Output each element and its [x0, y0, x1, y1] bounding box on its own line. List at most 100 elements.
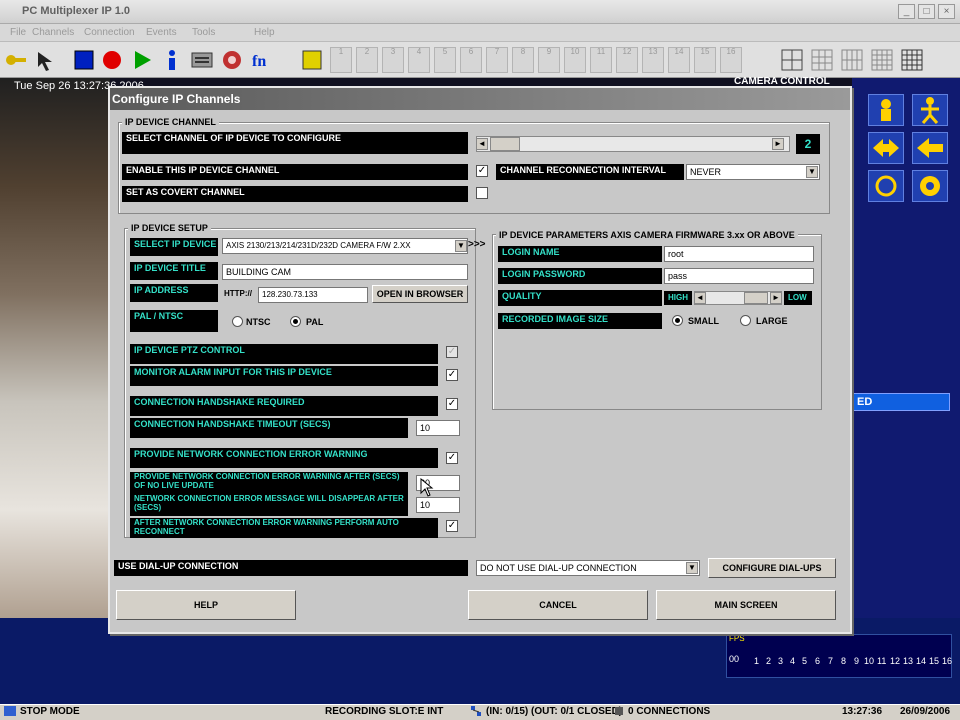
camera-slot[interactable]: 16 — [720, 47, 742, 73]
device-icon[interactable] — [190, 48, 214, 72]
channel-slider[interactable] — [476, 136, 790, 152]
stop-icon[interactable] — [72, 48, 96, 72]
quality-left-arrow-icon[interactable]: ◄ — [694, 292, 706, 304]
main-screen-button[interactable]: MAIN SCREEN — [656, 590, 836, 620]
camera-slot[interactable]: 3 — [382, 47, 404, 73]
slider-right-arrow-icon[interactable]: ► — [772, 138, 784, 150]
ip-address-label: IP ADDRESS — [130, 284, 218, 302]
slider-thumb[interactable] — [490, 137, 520, 151]
enable-channel-checkbox[interactable]: ✓ — [476, 165, 488, 177]
quality-slider-thumb[interactable] — [744, 292, 768, 304]
ntsc-label: NTSC — [246, 317, 271, 327]
slider-left-arrow-icon[interactable]: ◄ — [476, 138, 488, 150]
minimize-button[interactable]: _ — [898, 4, 915, 19]
camera-slot[interactable]: 2 — [356, 47, 378, 73]
ip-device-title-input[interactable]: BUILDING CAM — [222, 264, 468, 280]
handshake-timeout-input[interactable]: 10 — [416, 420, 460, 436]
layout-1-icon[interactable] — [300, 48, 324, 72]
grid-4-icon[interactable] — [780, 48, 804, 72]
graph-axis-label: 2 — [766, 656, 772, 666]
ntsc-radio[interactable] — [232, 316, 243, 327]
error-warning-checkbox[interactable]: ✓ — [446, 452, 458, 464]
ptz-control-checkbox[interactable]: ✓ — [446, 346, 458, 358]
chevron-down-icon[interactable]: ▼ — [686, 562, 698, 574]
play-icon[interactable] — [130, 48, 154, 72]
select-channel-label: SELECT CHANNEL OF IP DEVICE TO CONFIGURE — [122, 132, 468, 154]
dial-up-label: USE DIAL-UP CONNECTION — [114, 560, 468, 576]
chevron-down-icon[interactable]: ▼ — [806, 166, 818, 178]
ptz-pan-icon[interactable] — [868, 132, 904, 164]
pal-ntsc-label: PAL / NTSC — [130, 310, 218, 332]
pointer-icon[interactable] — [34, 48, 58, 72]
fps-label: FPS — [729, 634, 745, 643]
menu-tools[interactable]: Tools — [192, 27, 215, 38]
camera-slot[interactable]: 15 — [694, 47, 716, 73]
recorded-image-size-label: RECORDED IMAGE SIZE — [498, 313, 662, 329]
camera-slot[interactable]: 13 — [642, 47, 664, 73]
ptz-zoom-in-icon[interactable] — [868, 94, 904, 126]
info-icon[interactable] — [160, 48, 184, 72]
key-icon[interactable] — [4, 48, 28, 72]
login-name-input[interactable]: root — [664, 246, 814, 262]
handshake-required-checkbox[interactable]: ✓ — [446, 398, 458, 410]
ptz-zoom-out-icon[interactable] — [912, 94, 948, 126]
menubar — [0, 24, 960, 42]
camera-slot[interactable]: 12 — [616, 47, 638, 73]
cancel-button[interactable]: CANCEL — [468, 590, 648, 620]
menu-events[interactable]: Events — [146, 27, 177, 38]
camera-slot[interactable]: 4 — [408, 47, 430, 73]
camera-slot[interactable]: 9 — [538, 47, 560, 73]
ptz-focus-icon[interactable] — [868, 170, 904, 202]
ip-address-input[interactable]: 128.230.73.133 — [258, 287, 368, 303]
menu-channels[interactable]: Channels — [32, 27, 74, 38]
app-title: PC Multiplexer IP 1.0 — [22, 5, 131, 17]
close-button[interactable]: × — [938, 4, 955, 19]
reconnection-interval-label: CHANNEL RECONNECTION INTERVAL — [496, 164, 684, 180]
graph-axis-label: 13 — [903, 656, 914, 666]
handshake-timeout-label: CONNECTION HANDSHAKE TIMEOUT (SECS) — [130, 418, 408, 438]
camera-slot[interactable]: 8 — [512, 47, 534, 73]
large-size-radio[interactable] — [740, 315, 751, 326]
reconnection-interval-select[interactable]: NEVER — [686, 164, 820, 180]
status-recording-slot: RECORDING SLOT:E INT — [325, 706, 444, 717]
pal-radio[interactable] — [290, 316, 301, 327]
grid-16-icon[interactable] — [870, 48, 894, 72]
quality-slider[interactable] — [694, 291, 782, 305]
small-size-radio[interactable] — [672, 315, 683, 326]
camera-slot[interactable]: 11 — [590, 47, 612, 73]
more-devices-button[interactable]: >>> — [468, 239, 486, 250]
ptz-iris-icon[interactable] — [912, 170, 948, 202]
ptz-left-icon[interactable] — [912, 132, 948, 164]
configure-dial-ups-button[interactable]: CONFIGURE DIAL-UPS — [708, 558, 836, 578]
camera-slot[interactable]: 1 — [330, 47, 352, 73]
grid-full-icon[interactable] — [900, 48, 924, 72]
camera-slot[interactable]: 10 — [564, 47, 586, 73]
chevron-down-icon[interactable]: ▼ — [455, 240, 467, 252]
menu-file[interactable]: File — [10, 27, 26, 38]
open-in-browser-button[interactable]: OPEN IN BROWSER — [372, 285, 468, 303]
covert-channel-checkbox[interactable] — [476, 187, 488, 199]
quality-right-arrow-icon[interactable]: ► — [770, 292, 782, 304]
camera-slot[interactable]: 14 — [668, 47, 690, 73]
fn-icon[interactable]: fn — [250, 48, 274, 72]
auto-reconnect-checkbox[interactable]: ✓ — [446, 520, 458, 532]
dialog-title: Configure IP Channels — [112, 92, 241, 106]
menu-connection[interactable]: Connection — [84, 27, 135, 38]
menu-help[interactable]: Help — [254, 27, 275, 38]
help-button[interactable]: HELP — [116, 590, 296, 620]
monitor-alarm-checkbox[interactable]: ✓ — [446, 369, 458, 381]
record-icon[interactable] — [100, 48, 124, 72]
dial-up-select[interactable]: DO NOT USE DIAL-UP CONNECTION — [476, 560, 700, 576]
maximize-button[interactable]: □ — [918, 4, 935, 19]
graph-axis-label: 7 — [828, 656, 834, 666]
select-ip-device-dropdown[interactable]: AXIS 2130/213/214/231D/232D CAMERA F/W 2… — [222, 238, 468, 254]
status-time: 13:27:36 — [842, 706, 883, 717]
camera-slot[interactable]: 5 — [434, 47, 456, 73]
grid-12-icon[interactable] — [840, 48, 864, 72]
network-icon[interactable] — [220, 48, 244, 72]
camera-slot[interactable]: 7 — [486, 47, 508, 73]
login-password-input[interactable]: pass — [664, 268, 814, 284]
graph-axis-label: 16 — [942, 656, 953, 666]
camera-slot[interactable]: 6 — [460, 47, 482, 73]
grid-9-icon[interactable] — [810, 48, 834, 72]
